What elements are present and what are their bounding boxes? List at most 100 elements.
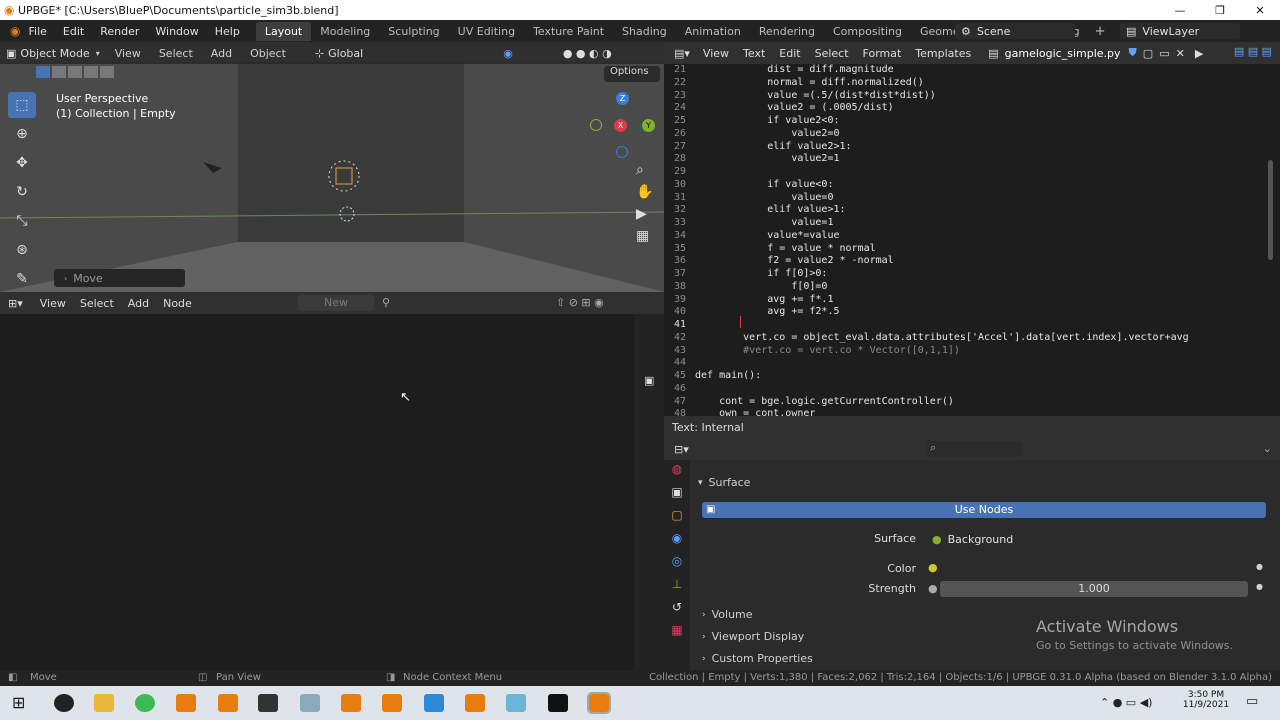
code-area[interactable]: 21 dist = diff.magnitude 22 normal = diff… [664, 64, 1280, 416]
maximize-button[interactable]: ❐ [1200, 0, 1240, 20]
chevron-down-icon[interactable]: ⌄ [1263, 442, 1272, 455]
text-menu-edit[interactable]: Edit [772, 47, 807, 60]
run-script-icon[interactable]: ▶ [1195, 47, 1203, 60]
blender-taskbar-icon-4[interactable] [382, 694, 402, 712]
zoom-icon[interactable]: ⌕ [636, 162, 653, 178]
text-menu-templates[interactable]: Templates [908, 47, 978, 60]
scale-icon[interactable]: ⤡ [8, 208, 36, 234]
properties-type-icon[interactable]: ⊟▾ [674, 443, 689, 456]
terminal-icon[interactable] [548, 694, 568, 712]
constraints-icon[interactable]: ◎ [672, 554, 682, 568]
node-menu-add[interactable]: Add [121, 297, 156, 310]
app-taskbar-icon[interactable] [258, 694, 278, 712]
new-node-tree-button[interactable]: New [298, 295, 374, 311]
add-workspace-icon[interactable]: + [1095, 24, 1106, 39]
shading-solid-icon[interactable]: ● ● ◐ ◑ [563, 47, 612, 60]
viewport-menu-select[interactable]: Select [150, 47, 202, 60]
surface-panel-header[interactable]: ▾ Surface [698, 476, 750, 489]
transform-icon[interactable]: ⊛ [8, 237, 36, 263]
windows-start-icon[interactable]: ⊞ [12, 693, 25, 712]
surface-shader-field[interactable]: ● Background [926, 531, 1248, 547]
world-icon[interactable]: ◍ [672, 462, 682, 476]
minimize-button[interactable]: — [1160, 0, 1200, 20]
properties-search[interactable]: ⌕ [926, 441, 1022, 457]
gizmo-neg-y[interactable] [590, 119, 602, 131]
rotate-icon[interactable]: ↻ [8, 179, 36, 205]
viewport-menu-view[interactable]: View [106, 47, 150, 60]
text-menu-text[interactable]: Text [736, 47, 772, 60]
fake-user-icon[interactable]: ⛊ [1129, 46, 1137, 60]
orientation-selector[interactable]: Global [328, 47, 363, 60]
annotate-icon[interactable]: ✎ [8, 266, 36, 292]
gizmo-y-axis[interactable]: Y [642, 119, 655, 132]
select-invert-icon[interactable] [84, 66, 98, 78]
node-canvas[interactable] [0, 314, 634, 670]
blender-menu-icon[interactable]: ◉ [10, 24, 20, 38]
menu-render[interactable]: Render [92, 25, 147, 38]
unlink-text-icon[interactable]: ✕ [1176, 47, 1185, 60]
tab-sculpting[interactable]: Sculpting [379, 22, 448, 41]
app-taskbar-icon-2[interactable] [300, 694, 320, 712]
node-menu-node[interactable]: Node [156, 297, 199, 310]
menu-file[interactable]: File [20, 25, 54, 38]
tab-modeling[interactable]: Modeling [311, 22, 379, 41]
text-editor-type-icon[interactable]: ▤▾ [674, 47, 690, 60]
blender-taskbar-icon-5[interactable] [465, 694, 485, 712]
chrome-icon[interactable] [135, 694, 155, 712]
volume-panel-header[interactable]: › Volume [702, 608, 753, 621]
overlay-icon[interactable]: ◉ [503, 47, 513, 60]
text-filename[interactable]: gamelogic_simple.py [1005, 47, 1121, 60]
blender-taskbar-icon-active[interactable] [587, 692, 611, 714]
blender-taskbar-icon-1[interactable] [176, 694, 196, 712]
clock[interactable]: 3:50 PM 11/9/2021 [1176, 690, 1236, 710]
mode-selector[interactable]: Object Mode [20, 47, 89, 60]
menu-help[interactable]: Help [207, 25, 248, 38]
file-explorer-icon[interactable] [94, 694, 114, 712]
navigation-gizmo[interactable]: Z Y X [590, 92, 656, 158]
pan-hand-icon[interactable]: ✋ [636, 184, 653, 200]
node-menu-select[interactable]: Select [73, 297, 121, 310]
use-nodes-button[interactable]: ▣ Use Nodes [702, 502, 1266, 518]
select-box-icon[interactable]: ⬚ [8, 92, 36, 118]
gizmo-x-axis[interactable]: X [614, 119, 627, 132]
keyframe-dot-icon[interactable]: ● [1256, 582, 1263, 591]
tab-animation[interactable]: Animation [676, 22, 750, 41]
viewport-3d[interactable] [0, 42, 665, 292]
gizmo-neg-z[interactable] [616, 146, 628, 158]
strength-slider[interactable]: 1.000 [940, 581, 1248, 597]
sidebar-toggle-icon[interactable]: ▣ [644, 374, 654, 387]
tab-rendering[interactable]: Rendering [750, 22, 824, 41]
close-button[interactable]: ✕ [1240, 0, 1280, 20]
select-extend-icon[interactable] [52, 66, 66, 78]
text-menu-select[interactable]: Select [808, 47, 856, 60]
app-taskbar-icon-3[interactable] [506, 694, 526, 712]
custom-properties-panel-header[interactable]: › Custom Properties [702, 652, 813, 665]
edge-icon[interactable] [424, 694, 444, 712]
tab-layout[interactable]: Layout [255, 21, 312, 41]
color-field[interactable]: ● [926, 561, 1248, 577]
grid-icon[interactable]: ▦ [636, 228, 653, 244]
data-icon[interactable]: ⊥ [672, 577, 682, 591]
gizmo-z-axis[interactable]: Z [616, 92, 629, 105]
blender-taskbar-icon-3[interactable] [341, 694, 361, 712]
notifications-icon[interactable]: ▭ [1246, 694, 1258, 709]
camera-icon[interactable]: ▶ [636, 206, 653, 222]
app-obs-icon[interactable] [54, 694, 74, 712]
blender-taskbar-icon-2[interactable] [218, 694, 238, 712]
text-menu-view[interactable]: View [696, 47, 736, 60]
menu-window[interactable]: Window [147, 25, 206, 38]
viewport-menu-add[interactable]: Add [202, 47, 241, 60]
pin-icon[interactable]: ⚲ [382, 296, 390, 309]
object-icon[interactable]: ▢ [671, 508, 682, 522]
select-subtract-icon[interactable] [68, 66, 82, 78]
material-icon[interactable]: ↺ [672, 600, 682, 614]
code-scrollbar[interactable] [1268, 160, 1273, 260]
tab-shading[interactable]: Shading [613, 22, 676, 41]
texture-icon[interactable]: ▦ [671, 623, 682, 637]
editor-type-icon[interactable]: ⊞▾ [8, 297, 23, 310]
system-tray-icons[interactable]: ⌃ ● ▭ ◀) [1100, 696, 1152, 709]
node-menu-view[interactable]: View [33, 297, 73, 310]
node-toolbar-icons[interactable]: ⇧ ⊘ ⊞ ◉ [556, 296, 604, 309]
menu-edit[interactable]: Edit [55, 25, 92, 38]
cursor-icon[interactable]: ⊕ [8, 121, 36, 147]
